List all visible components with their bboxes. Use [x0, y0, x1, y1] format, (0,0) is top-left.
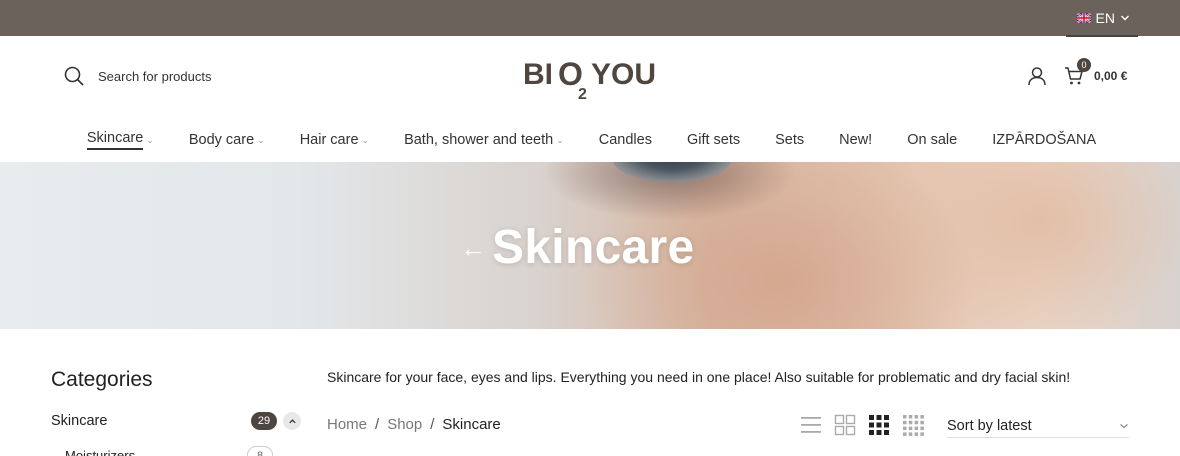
nav-label: Sets: [775, 132, 805, 148]
category-count-badge: 8: [247, 446, 273, 456]
nav-item-bath-shower-teeth[interactable]: Bath, shower and teeth ⌄: [404, 132, 564, 148]
search-placeholder[interactable]: Search for products: [98, 69, 211, 84]
nav-label: IZPĀRDOŠANA: [992, 132, 1097, 148]
nav-item-on-sale[interactable]: On sale: [907, 132, 957, 148]
logo-text-sub: 2: [578, 86, 587, 100]
breadcrumb-shop[interactable]: Shop: [387, 416, 422, 433]
back-arrow-icon[interactable]: ←: [460, 235, 486, 261]
nav-item-candles[interactable]: Candles: [599, 132, 652, 148]
cart-button[interactable]: 0 0,00 €: [1064, 58, 1128, 86]
chevron-down-icon: [1121, 15, 1129, 21]
chevron-down-icon: ⌄: [257, 134, 265, 145]
nav-label: Bath, shower and teeth: [404, 132, 554, 148]
nav-item-sets[interactable]: Sets: [775, 132, 804, 148]
chevron-up-icon[interactable]: [283, 412, 301, 430]
top-bar: EN: [0, 0, 1180, 37]
category-label[interactable]: Moisturizers: [65, 448, 247, 456]
nav-label: Candles: [598, 132, 652, 148]
logo-text-left: BI: [523, 58, 553, 91]
category-count-badge: 29: [251, 412, 277, 430]
bio2you-logo[interactable]: BI O 2 YOU: [523, 54, 663, 100]
nav-item-new[interactable]: New!: [839, 132, 872, 148]
nav-item-izpardosana[interactable]: IZPĀRDOŠANA: [992, 132, 1096, 148]
site-header: Search for products BI O 2 YOU 0 0,00 €: [0, 36, 1180, 118]
cart-total: 0,00 €: [1094, 69, 1128, 83]
page-title: Skincare: [492, 221, 695, 274]
language-label: EN: [1095, 10, 1115, 26]
grid-3-view-icon[interactable]: [868, 414, 890, 436]
nav-label: Gift sets: [686, 132, 741, 148]
breadcrumb: Home / Shop / Skincare: [327, 416, 501, 433]
nav-label: New!: [839, 132, 873, 148]
account-button[interactable]: [1027, 66, 1047, 91]
grid-4-view-icon[interactable]: [902, 414, 924, 436]
sort-select[interactable]: Sort by latest: [947, 414, 1129, 438]
category-description: Skincare for your face, eyes and lips. E…: [327, 369, 1071, 385]
hero-image-eye: [612, 162, 732, 182]
logo-text-right: YOU: [591, 58, 656, 91]
category-label[interactable]: Skincare: [51, 413, 251, 429]
chevron-down-icon: [1120, 423, 1128, 428]
language-switcher[interactable]: EN: [1076, 0, 1130, 36]
categories-title: Categories: [51, 368, 153, 391]
view-switcher: [800, 414, 924, 436]
nav-item-body-care[interactable]: Body care ⌄: [189, 132, 265, 148]
sort-selected-label: Sort by latest: [947, 417, 1032, 434]
category-item-skincare[interactable]: Skincare 29: [51, 412, 301, 430]
nav-item-skincare[interactable]: Skincare ⌄: [86, 130, 154, 150]
nav-label: On sale: [907, 132, 958, 148]
breadcrumb-separator: /: [430, 416, 435, 433]
chevron-down-icon: ⌄: [556, 134, 564, 145]
uk-flag-icon: [1076, 13, 1091, 23]
chevron-down-icon: ⌄: [146, 134, 154, 145]
list-view-icon[interactable]: [800, 414, 822, 436]
main-navigation: Skincare ⌄ Body care ⌄ Hair care ⌄ Bath,…: [0, 118, 1180, 162]
search-icon: [64, 66, 84, 86]
nav-label: Body care: [188, 132, 255, 148]
grid-2-view-icon[interactable]: [834, 414, 856, 436]
chevron-down-icon: ⌄: [361, 134, 370, 145]
nav-item-hair-care[interactable]: Hair care ⌄: [300, 132, 369, 148]
user-icon: [1028, 67, 1046, 86]
category-item-moisturizers[interactable]: Moisturizers 8: [65, 446, 279, 456]
hero-title-group: ← Skincare: [460, 220, 695, 275]
nav-label: Skincare: [86, 130, 144, 150]
nav-item-gift-sets[interactable]: Gift sets: [687, 132, 740, 148]
search-field[interactable]: Search for products: [64, 66, 211, 86]
cart-count-badge: 0: [1077, 58, 1091, 72]
hero-banner: ← Skincare: [0, 162, 1180, 329]
breadcrumb-current: Skincare: [442, 416, 501, 433]
nav-label: Hair care: [299, 132, 359, 148]
breadcrumb-separator: /: [375, 416, 380, 433]
breadcrumb-home[interactable]: Home: [327, 416, 367, 433]
